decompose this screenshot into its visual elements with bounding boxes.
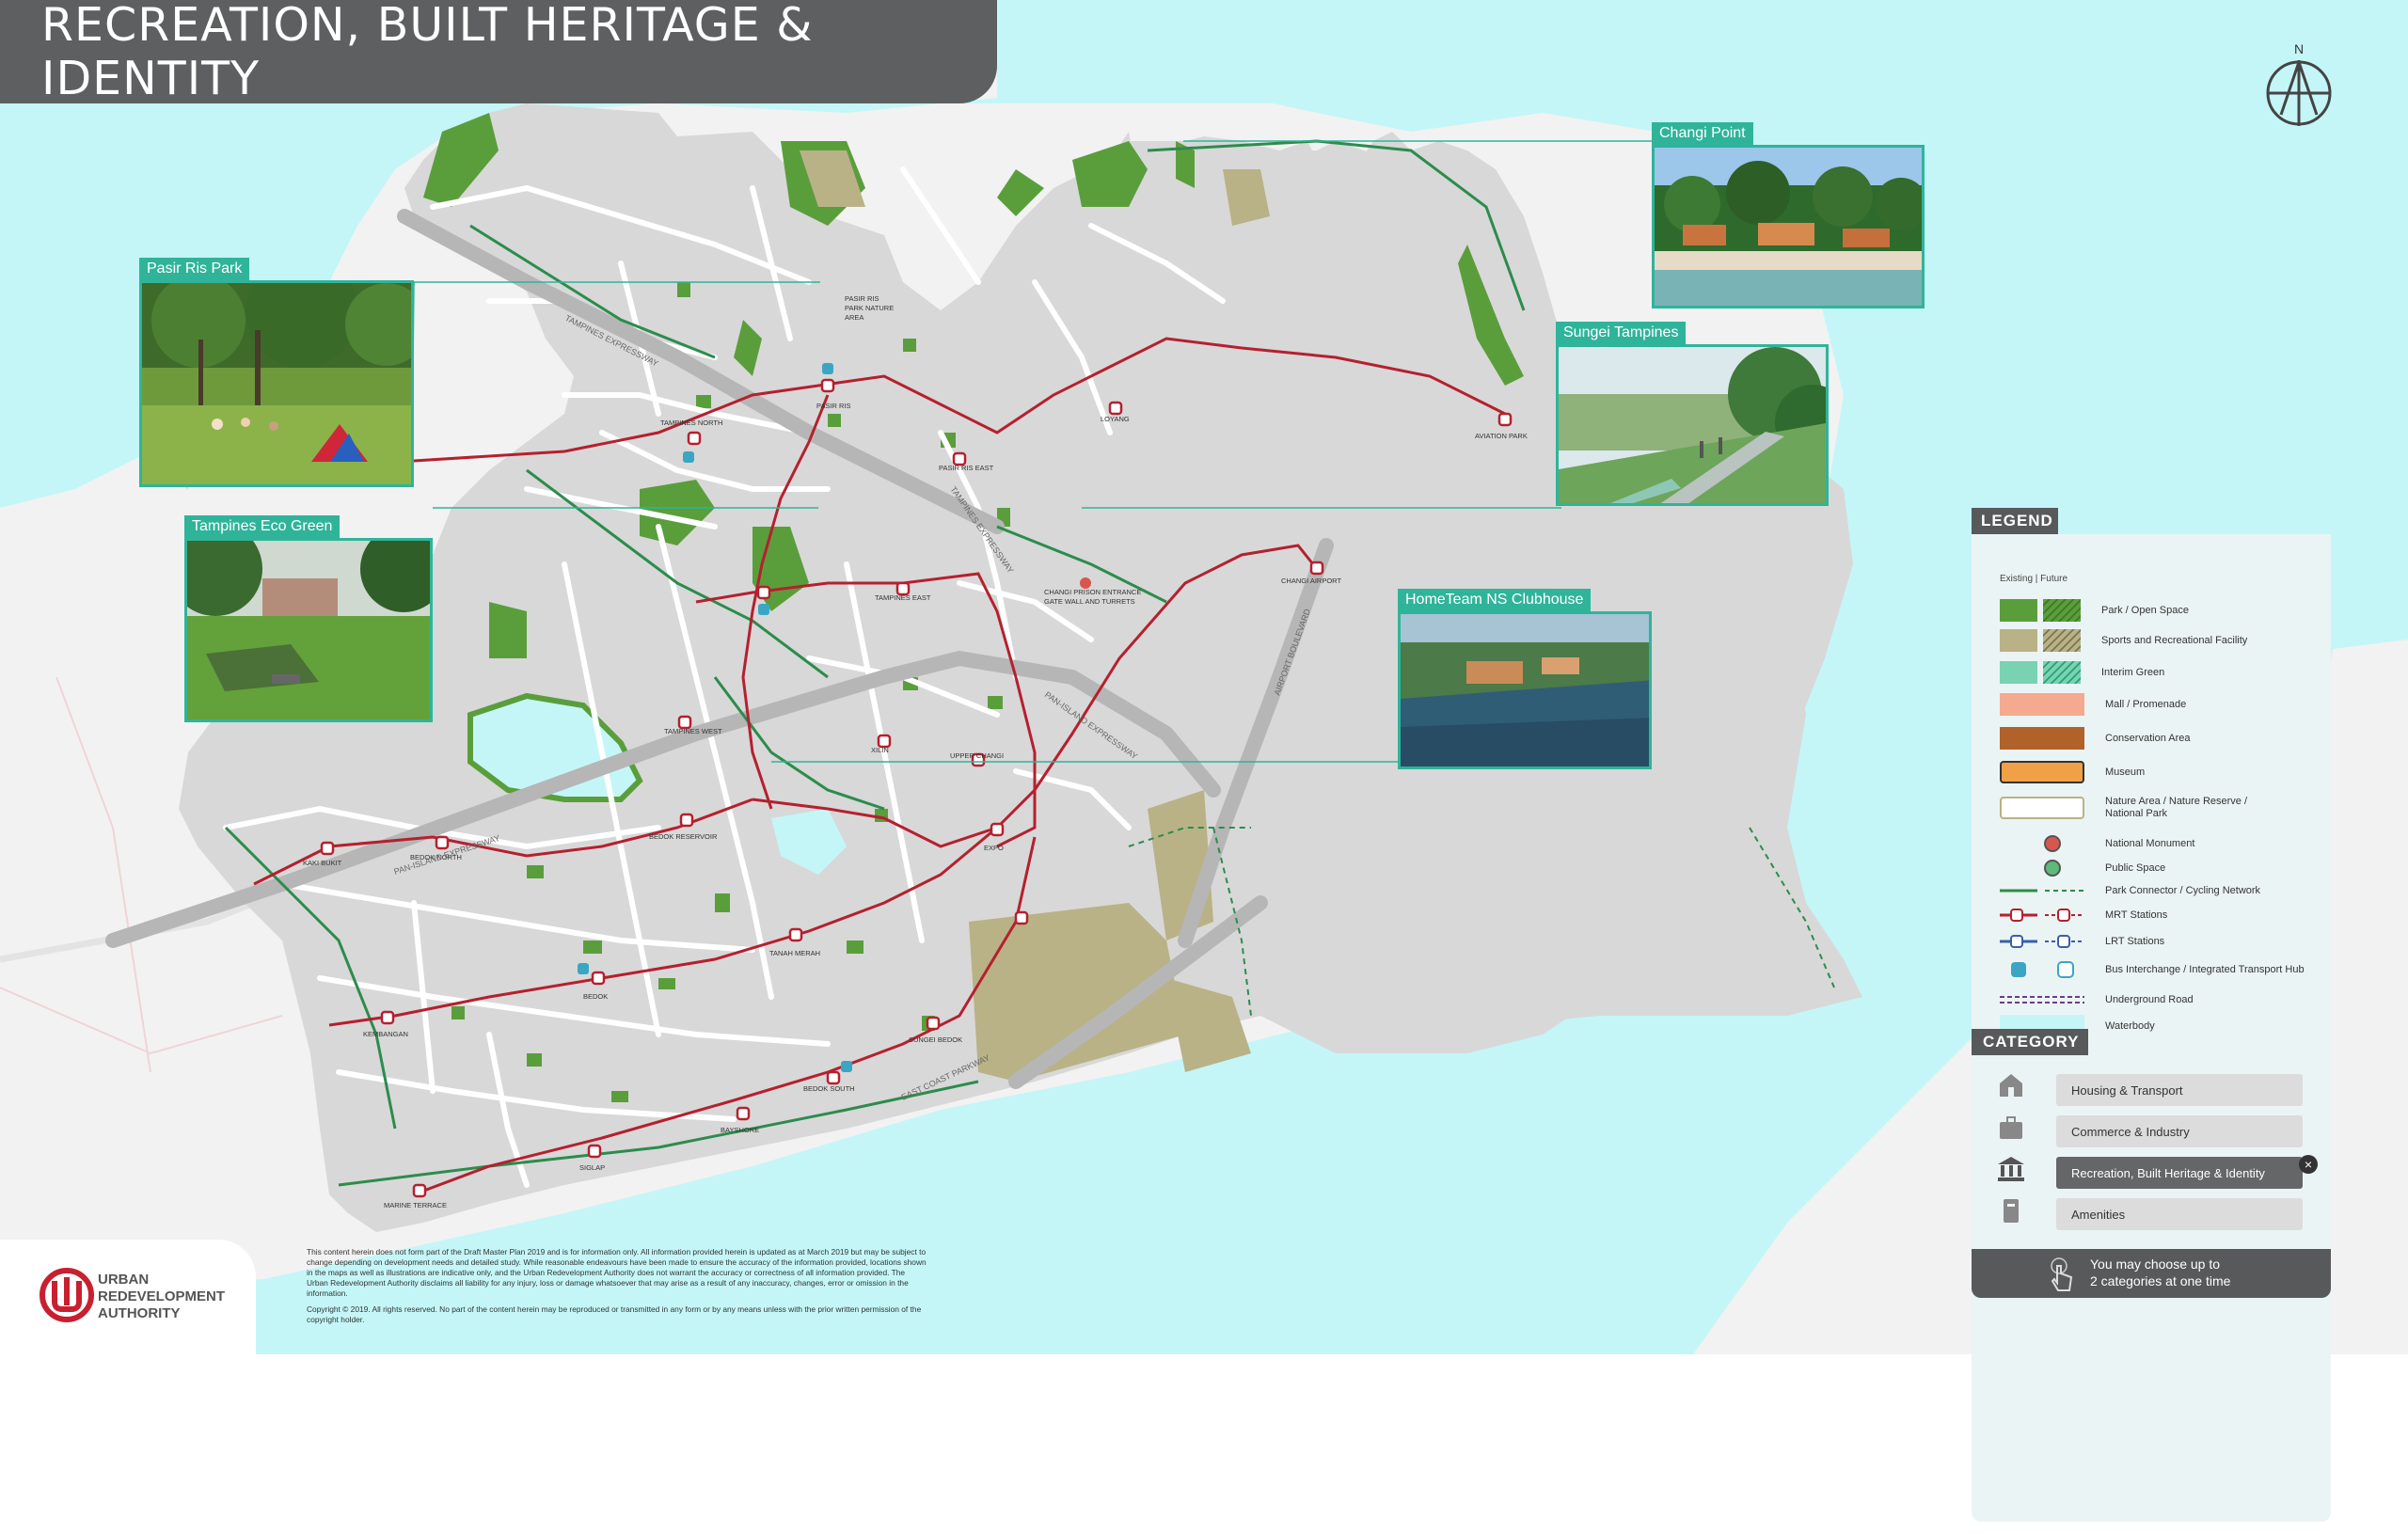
category-deselect-close-icon[interactable]: × [2299,1155,2318,1174]
legend-item-sports: Sports and Recreational Facility [2000,628,2247,653]
card-tampines-eco-green-label: Tampines Eco Green [184,515,341,538]
page-title: RECREATION, BUILT HERITAGE & IDENTITY [41,0,814,105]
svg-text:PARK NATURE: PARK NATURE [845,304,894,312]
category-note-line2: 2 categories at one time [2090,1273,2231,1288]
house-icon [2000,1074,2022,1097]
legend-body: Existing | Future Park / Open Space Spor… [1972,534,2331,1522]
label-kaki-bukit: KAKI BUKIT [303,859,342,867]
label-pasir-ris: PASIR RIS [816,402,851,410]
category-note-line1: You may choose up to [2090,1256,2221,1272]
sungei-tampines-photo [1556,344,1829,506]
card-sungei-tampines[interactable]: Sungei Tampines [1556,322,1829,506]
card-pasir-ris-park[interactable]: Pasir Ris Park [139,258,414,487]
label-bedok-south: BEDOK SOUTH [803,1084,855,1093]
category-note: You may choose up to 2 categories at one… [1972,1249,2331,1298]
legend-item-lrt: LRT Stations [2000,929,2164,954]
legend-item-conservation: Conservation Area [2000,726,2191,751]
ura-logo-icon [40,1268,94,1322]
category-commerce-industry-button[interactable]: Commerce & Industry [2056,1115,2303,1147]
legend-panel: LEGEND Existing | Future Park / Open Spa… [1972,508,2331,1533]
hometeam-ns-photo [1398,611,1652,769]
legend-item-underground-road: Underground Road [2000,993,2194,1005]
label-xilin: XILIN [871,746,889,754]
label-tanah-merah: TANAH MERAH [769,949,820,957]
category-recreation-heritage-button[interactable]: Recreation, Built Heritage & Identity [2056,1157,2303,1189]
copyright-text: Copyright © 2019. All rights reserved. N… [307,1304,922,1324]
label-bedok: BEDOK [583,992,608,1001]
label-expo: EXPO [984,844,1004,852]
label-pasir-ris-park-nature: PASIR RIS [845,294,879,303]
label-changi-prison: CHANGI PRISON ENTRANCE [1044,588,1141,596]
card-hometeam-ns-label: HomeTeam NS Clubhouse [1398,589,1592,611]
card-hometeam-ns[interactable]: HomeTeam NS Clubhouse [1398,589,1652,769]
briefcase-icon [2000,1116,2022,1139]
label-bedok-reservoir: BEDOK RESERVOIR [649,832,718,841]
category-amenities-button[interactable]: Amenities [2056,1198,2303,1230]
label-marine-terrace: MARINE TERRACE [384,1201,447,1209]
label-loyang: LOYANG [1101,415,1130,423]
card-changi-point[interactable]: Changi Point [1652,122,1925,308]
tap-hand-icon [2051,1257,2073,1291]
label-siglap: SIGLAP [579,1163,605,1172]
category-title: CATEGORY [1972,1029,2088,1055]
label-aviation-park: AVIATION PARK [1475,432,1528,440]
label-sungei-bedok: SUNGEI BEDOK [909,1035,962,1044]
label-kembangan: KEMBANGAN [363,1030,408,1038]
label-bayshore: BAYSHORE [721,1126,759,1134]
label-pasir-ris-east: PASIR RIS EAST [939,464,994,472]
title-bar: RECREATION, BUILT HERITAGE & IDENTITY [0,0,997,105]
disclaimer-text: This content herein does not form part o… [307,1247,927,1298]
card-tampines-eco-green[interactable]: Tampines Eco Green [184,515,433,722]
card-sungei-tampines-label: Sungei Tampines [1556,322,1687,344]
building-icon [2004,1199,2019,1223]
label-tampines-north: TAMPINES NORTH [660,419,722,427]
label-changi-airport: CHANGI AIRPORT [1281,577,1341,585]
svg-text:GATE WALL AND TURRETS: GATE WALL AND TURRETS [1044,597,1135,606]
legend-item-bus-interchange: Bus Interchange / Integrated Transport H… [2000,956,2305,984]
sea-top [997,0,2408,103]
legend-item-museum: Museum [2000,760,2145,784]
label-upper-changi: UPPER CHANGI [950,751,1004,760]
card-changi-point-label: Changi Point [1652,122,1753,145]
category-housing-transport-button[interactable]: Housing & Transport [2056,1074,2303,1106]
pasir-ris-park-photo [139,280,414,487]
compass-icon [2266,60,2332,126]
legend-header: Existing | Future [2000,574,2068,584]
legend-item-mrt: MRT Stations [2000,903,2167,927]
label-tampines-west: TAMPINES WEST [664,727,722,735]
legend-item-park: Park / Open Space [2000,598,2189,623]
legend-item-public-space: Public Space [2000,856,2165,880]
legend-item-park-connector: Park Connector / Cycling Network [2000,884,2261,896]
legend-item-mall: Mall / Promenade [2000,692,2186,717]
legend-item-nature: Nature Area / Nature Reserve / National … [2000,794,2256,822]
tampines-eco-green-photo [184,538,433,722]
legend-title: LEGEND [1972,508,2058,534]
label-tampines-east: TAMPINES EAST [875,593,931,602]
disclaimer: This content herein does not form part o… [307,1247,927,1331]
ura-wordmark: URBAN REDEVELOPMENT AUTHORITY [98,1272,226,1321]
svg-text:AREA: AREA [845,313,863,322]
legend-item-national-monument: National Monument [2000,831,2194,856]
legend-item-interim-green: Interim Green [2000,660,2164,685]
compass: N [2262,41,2336,132]
changi-point-photo [1652,145,1925,308]
museum-icon [1998,1157,2024,1181]
card-pasir-ris-park-label: Pasir Ris Park [139,258,250,280]
